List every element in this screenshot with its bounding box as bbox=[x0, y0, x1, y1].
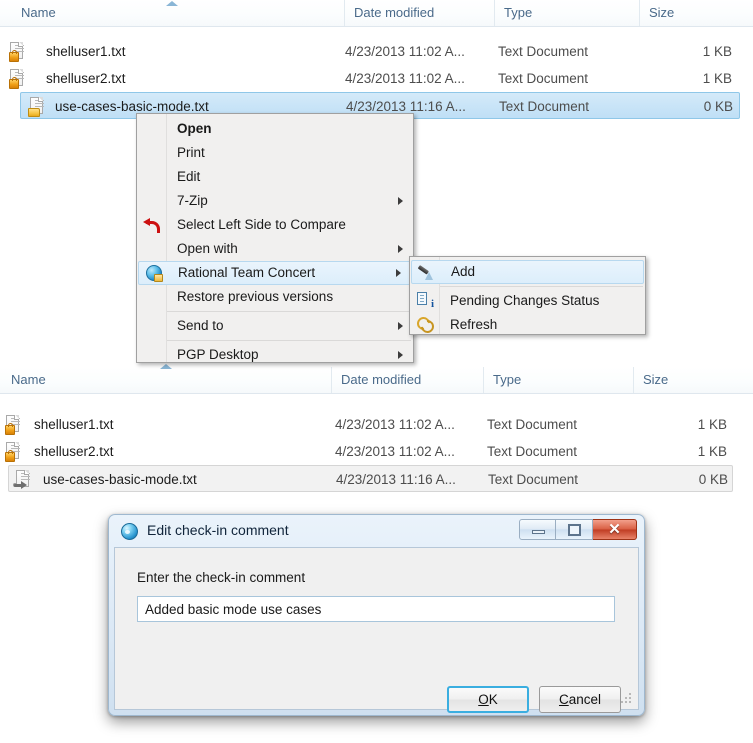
file-list-pane-bottom: Name Date modified Type Size shelluser1.… bbox=[0, 363, 753, 498]
menu-item-label: Print bbox=[177, 145, 205, 160]
cell-date: 4/23/2013 11:02 A... bbox=[335, 444, 455, 459]
menu-item-label: Send to bbox=[177, 318, 224, 333]
window-control-buttons: ✕ bbox=[519, 519, 637, 540]
menu-item-print[interactable]: Print bbox=[137, 141, 413, 165]
submenu-item-refresh[interactable]: Refresh bbox=[410, 313, 645, 337]
column-header-date-modified[interactable]: Date modified bbox=[345, 0, 495, 26]
ok-button-label: K bbox=[488, 692, 498, 707]
edit-checkin-comment-dialog: Edit check-in comment ✕ Enter the check-… bbox=[108, 514, 645, 716]
menu-separator bbox=[167, 311, 411, 312]
column-header-date-modified[interactable]: Date modified bbox=[332, 367, 484, 393]
minimize-button[interactable] bbox=[519, 519, 556, 540]
maximize-button[interactable] bbox=[556, 519, 593, 540]
rtc-sphere-icon bbox=[121, 523, 138, 540]
ok-button[interactable]: OK bbox=[447, 686, 529, 713]
cell-name: shelluser1.txt bbox=[46, 44, 126, 59]
cell-name: shelluser1.txt bbox=[34, 417, 114, 432]
column-header-type[interactable]: Type bbox=[484, 367, 634, 393]
cell-size: 1 KB bbox=[702, 71, 732, 86]
cell-date: 4/23/2013 11:16 A... bbox=[336, 472, 456, 487]
red-undo-arrow-icon bbox=[143, 216, 161, 234]
cell-name: shelluser2.txt bbox=[34, 444, 114, 459]
menu-item-label: Open bbox=[177, 121, 212, 136]
menu-item-restore-previous-versions[interactable]: Restore previous versions bbox=[137, 285, 413, 309]
cell-size: 1 KB bbox=[697, 417, 727, 432]
menu-item-open[interactable]: Open bbox=[137, 117, 413, 141]
context-submenu-rational-team-concert[interactable]: Add i Pending Changes Status Refresh bbox=[409, 256, 646, 337]
dialog-title-bar[interactable]: Edit check-in comment ✕ bbox=[109, 515, 644, 547]
menu-separator bbox=[167, 340, 411, 341]
menu-item-label: Rational Team Concert bbox=[178, 265, 316, 280]
submenu-arrow-icon bbox=[398, 197, 403, 205]
refresh-arrows-icon bbox=[414, 314, 437, 336]
menu-item-select-left-side-to-compare[interactable]: Select Left Side to Compare bbox=[137, 213, 413, 237]
dialog-title: Edit check-in comment bbox=[147, 522, 289, 538]
ok-button-accel: O bbox=[478, 692, 489, 707]
submenu-item-label: Refresh bbox=[450, 317, 498, 332]
cell-size: 1 KB bbox=[702, 44, 732, 59]
table-row[interactable]: shelluser2.txt 4/23/2013 11:02 A... Text… bbox=[0, 438, 753, 465]
column-header-type[interactable]: Type bbox=[495, 0, 640, 26]
dialog-frame: Edit check-in comment ✕ Enter the check-… bbox=[108, 514, 645, 716]
maximize-icon bbox=[568, 524, 581, 536]
submenu-arrow-icon bbox=[398, 351, 403, 359]
submenu-item-pending-changes-status[interactable]: i Pending Changes Status bbox=[410, 289, 645, 313]
column-header-name[interactable]: Name bbox=[2, 367, 332, 393]
pending-changes-info-icon: i bbox=[416, 291, 434, 310]
cell-size: 0 KB bbox=[698, 472, 728, 487]
cell-date: 4/23/2013 11:02 A... bbox=[345, 71, 465, 86]
menu-item-pgp-desktop[interactable]: PGP Desktop bbox=[137, 343, 413, 362]
cell-name: use-cases-basic-mode.txt bbox=[43, 472, 197, 487]
cell-date: 4/23/2013 11:02 A... bbox=[345, 44, 465, 59]
cell-name: shelluser2.txt bbox=[46, 71, 126, 86]
menu-item-label: Open with bbox=[177, 241, 238, 256]
cell-date: 4/23/2013 11:02 A... bbox=[335, 417, 455, 432]
add-pen-icon bbox=[417, 263, 436, 281]
close-button[interactable]: ✕ bbox=[593, 519, 637, 540]
menu-separator bbox=[440, 286, 643, 287]
cell-size: 0 KB bbox=[703, 99, 733, 114]
close-icon: ✕ bbox=[608, 520, 621, 538]
file-list-pane-top: Name Date modified Type Size shelluser1.… bbox=[0, 0, 753, 123]
screenshot-root: Name Date modified Type Size shelluser1.… bbox=[0, 0, 753, 743]
submenu-arrow-icon bbox=[398, 245, 403, 253]
column-header-name[interactable]: Name bbox=[12, 0, 345, 26]
column-header-size[interactable]: Size bbox=[640, 0, 750, 26]
menu-item-label: 7-Zip bbox=[177, 193, 208, 208]
cell-size: 1 KB bbox=[697, 444, 727, 459]
table-row-selected[interactable]: use-cases-basic-mode.txt 4/23/2013 11:16… bbox=[8, 465, 733, 492]
menu-item-label: Restore previous versions bbox=[177, 289, 334, 304]
rtc-globe-icon bbox=[145, 264, 163, 282]
menu-item-send-to[interactable]: Send to bbox=[137, 314, 413, 338]
table-row[interactable]: shelluser1.txt 4/23/2013 11:02 A... Text… bbox=[0, 38, 753, 65]
menu-item-label: Edit bbox=[177, 169, 201, 184]
resize-grip[interactable] bbox=[621, 693, 633, 705]
dialog-prompt-label: Enter the check-in comment bbox=[137, 570, 306, 585]
column-header-row-bottom: Name Date modified Type Size bbox=[0, 364, 753, 394]
table-row[interactable]: shelluser1.txt 4/23/2013 11:02 A... Text… bbox=[0, 411, 753, 438]
cancel-button-accel: C bbox=[558, 692, 569, 707]
menu-item-label: PGP Desktop bbox=[177, 347, 259, 362]
minimize-icon bbox=[532, 530, 545, 534]
menu-item-edit[interactable]: Edit bbox=[137, 165, 413, 189]
submenu-item-add[interactable]: Add bbox=[411, 260, 644, 284]
submenu-item-label: Add bbox=[451, 264, 476, 279]
cancel-button-label: ancel bbox=[568, 692, 602, 707]
menu-item-rational-team-concert[interactable]: Rational Team Concert bbox=[138, 261, 412, 285]
menu-item-label: Select Left Side to Compare bbox=[177, 217, 346, 232]
submenu-arrow-icon bbox=[396, 269, 401, 277]
dialog-body: Enter the check-in comment OK Cancel bbox=[114, 547, 639, 713]
menu-item-7zip[interactable]: 7-Zip bbox=[137, 189, 413, 213]
column-header-size[interactable]: Size bbox=[634, 367, 746, 393]
table-row[interactable]: shelluser2.txt 4/23/2013 11:02 A... Text… bbox=[0, 65, 753, 92]
context-menu[interactable]: Open Print Edit 7-Zip Select Left Side t… bbox=[136, 113, 414, 363]
submenu-item-label: Pending Changes Status bbox=[450, 293, 600, 308]
checkin-comment-input[interactable] bbox=[137, 596, 615, 622]
column-header-row-top: Name Date modified Type Size bbox=[0, 0, 753, 27]
menu-item-open-with[interactable]: Open with bbox=[137, 237, 413, 261]
submenu-arrow-icon bbox=[398, 322, 403, 330]
cancel-button[interactable]: Cancel bbox=[539, 686, 621, 713]
